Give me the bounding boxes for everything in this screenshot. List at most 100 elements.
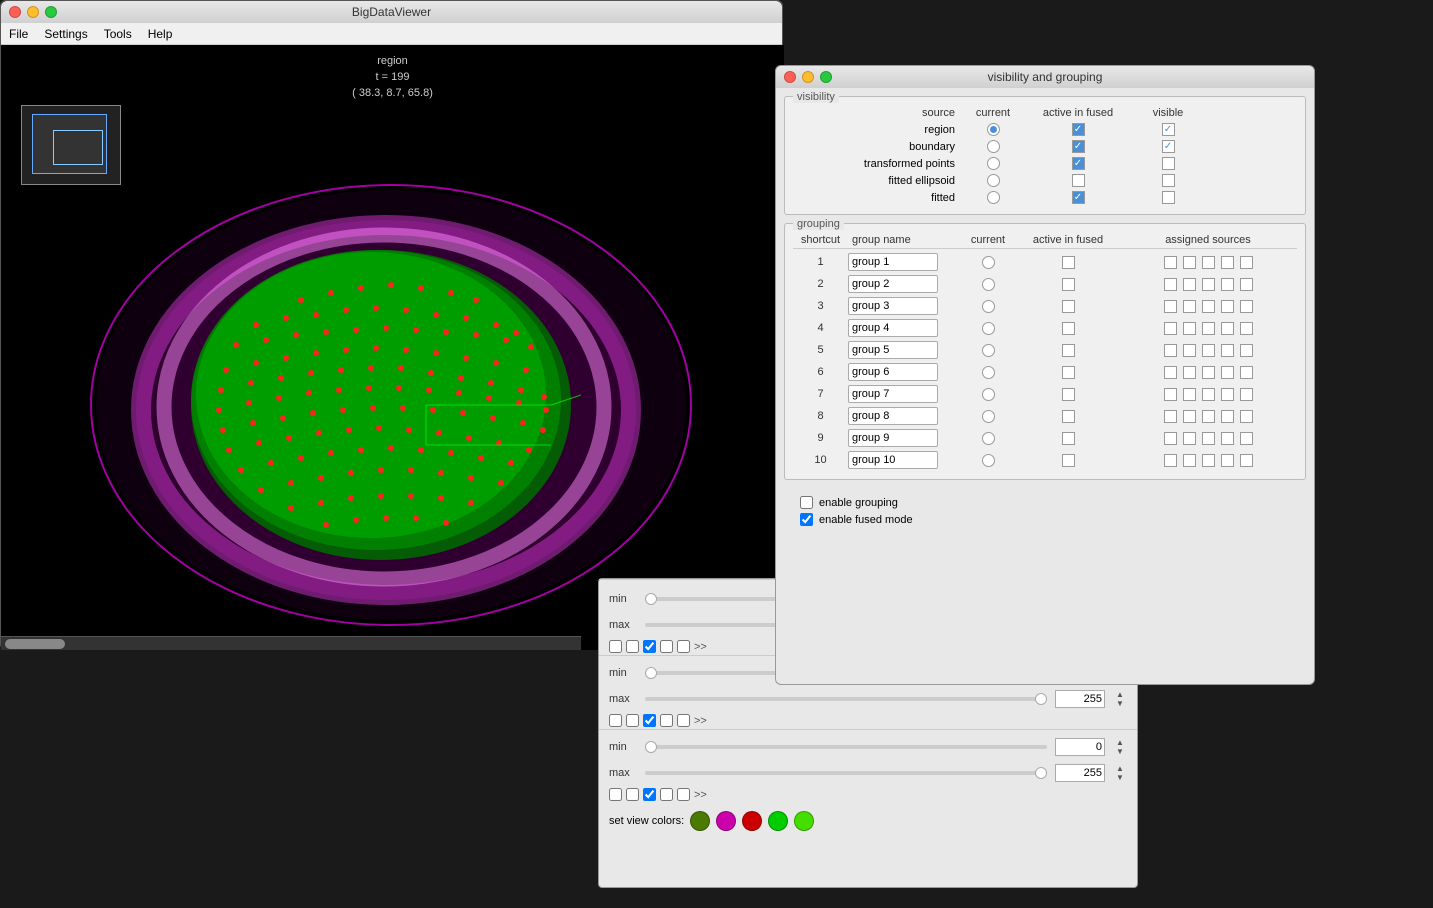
- group-src-cb-2-3[interactable]: [1221, 278, 1234, 291]
- group-current-radio-1[interactable]: [982, 256, 995, 269]
- group-src-cb-8-0[interactable]: [1164, 410, 1177, 423]
- ch1-cb2[interactable]: [626, 640, 639, 653]
- group-src-cb-4-3[interactable]: [1221, 322, 1234, 335]
- color-bright-green[interactable]: [794, 811, 814, 831]
- group-active-check-7[interactable]: [1062, 388, 1075, 401]
- group-src-cb-5-4[interactable]: [1240, 344, 1253, 357]
- close-button[interactable]: [9, 6, 21, 18]
- group-src-cb-8-1[interactable]: [1183, 410, 1196, 423]
- menu-tools[interactable]: Tools: [104, 27, 132, 41]
- group-src-cb-3-2[interactable]: [1202, 300, 1215, 313]
- vg-maximize-button[interactable]: [820, 71, 832, 83]
- group-active-check-1[interactable]: [1062, 256, 1075, 269]
- group-current-radio-8[interactable]: [982, 410, 995, 423]
- ch3-cb1[interactable]: [609, 788, 622, 801]
- group-src-cb-7-4[interactable]: [1240, 388, 1253, 401]
- ch3-cb3[interactable]: [643, 788, 656, 801]
- color-magenta[interactable]: [716, 811, 736, 831]
- group-src-cb-2-4[interactable]: [1240, 278, 1253, 291]
- group-src-cb-9-1[interactable]: [1183, 432, 1196, 445]
- vg-close-button[interactable]: [784, 71, 796, 83]
- ch1-min-thumb[interactable]: [645, 593, 657, 605]
- group-src-cb-7-1[interactable]: [1183, 388, 1196, 401]
- group-name-input-5[interactable]: [848, 341, 938, 359]
- group-src-cb-2-2[interactable]: [1202, 278, 1215, 291]
- group-src-cb-3-4[interactable]: [1240, 300, 1253, 313]
- group-name-input-9[interactable]: [848, 429, 938, 447]
- group-active-check-6[interactable]: [1062, 366, 1075, 379]
- group-src-cb-6-0[interactable]: [1164, 366, 1177, 379]
- group-src-cb-1-4[interactable]: [1240, 256, 1253, 269]
- transformed-active-check[interactable]: [1072, 157, 1085, 170]
- group-active-check-4[interactable]: [1062, 322, 1075, 335]
- group-active-check-9[interactable]: [1062, 432, 1075, 445]
- group-name-input-8[interactable]: [848, 407, 938, 425]
- group-name-input-6[interactable]: [848, 363, 938, 381]
- group-name-input-4[interactable]: [848, 319, 938, 337]
- ch3-max-track[interactable]: [645, 771, 1047, 775]
- group-name-input-7[interactable]: [848, 385, 938, 403]
- fitted-current-radio[interactable]: [987, 191, 1000, 204]
- group-current-radio-7[interactable]: [982, 388, 995, 401]
- group-current-radio-2[interactable]: [982, 278, 995, 291]
- group-src-cb-3-3[interactable]: [1221, 300, 1234, 313]
- vg-minimize-button[interactable]: [802, 71, 814, 83]
- ch3-max-input[interactable]: [1055, 764, 1105, 782]
- enable-grouping-checkbox[interactable]: [800, 496, 813, 509]
- ch1-cb4[interactable]: [660, 640, 673, 653]
- ch2-more[interactable]: >>: [694, 715, 707, 727]
- group-current-radio-3[interactable]: [982, 300, 995, 313]
- ch2-cb5[interactable]: [677, 714, 690, 727]
- group-src-cb-7-3[interactable]: [1221, 388, 1234, 401]
- ch2-max-track[interactable]: [645, 697, 1047, 701]
- group-src-cb-7-0[interactable]: [1164, 388, 1177, 401]
- ch2-cb2[interactable]: [626, 714, 639, 727]
- ch2-min-thumb[interactable]: [645, 667, 657, 679]
- ch3-cb4[interactable]: [660, 788, 673, 801]
- group-active-check-8[interactable]: [1062, 410, 1075, 423]
- group-active-check-10[interactable]: [1062, 454, 1075, 467]
- group-src-cb-4-0[interactable]: [1164, 322, 1177, 335]
- minimize-button[interactable]: [27, 6, 39, 18]
- menu-file[interactable]: File: [9, 27, 28, 41]
- ch3-min-spinner[interactable]: ▲▼: [1113, 738, 1127, 756]
- group-src-cb-8-2[interactable]: [1202, 410, 1215, 423]
- group-src-cb-2-0[interactable]: [1164, 278, 1177, 291]
- group-current-radio-9[interactable]: [982, 432, 995, 445]
- group-active-check-3[interactable]: [1062, 300, 1075, 313]
- group-name-input-10[interactable]: [848, 451, 938, 469]
- ch3-min-input[interactable]: [1055, 738, 1105, 756]
- group-src-cb-6-3[interactable]: [1221, 366, 1234, 379]
- group-name-input-2[interactable]: [848, 275, 938, 293]
- ellipsoid-current-radio[interactable]: [987, 174, 1000, 187]
- group-src-cb-1-1[interactable]: [1183, 256, 1196, 269]
- group-src-cb-4-1[interactable]: [1183, 322, 1196, 335]
- ch1-more[interactable]: >>: [694, 641, 707, 653]
- group-src-cb-4-2[interactable]: [1202, 322, 1215, 335]
- group-current-radio-6[interactable]: [982, 366, 995, 379]
- group-src-cb-10-4[interactable]: [1240, 454, 1253, 467]
- group-src-cb-9-0[interactable]: [1164, 432, 1177, 445]
- group-src-cb-6-4[interactable]: [1240, 366, 1253, 379]
- group-src-cb-7-2[interactable]: [1202, 388, 1215, 401]
- group-src-cb-9-2[interactable]: [1202, 432, 1215, 445]
- ch1-cb3[interactable]: [643, 640, 656, 653]
- group-src-cb-9-4[interactable]: [1240, 432, 1253, 445]
- group-active-check-5[interactable]: [1062, 344, 1075, 357]
- group-src-cb-8-4[interactable]: [1240, 410, 1253, 423]
- fitted-active-check[interactable]: [1072, 191, 1085, 204]
- ch3-min-track[interactable]: [645, 745, 1047, 749]
- group-src-cb-5-1[interactable]: [1183, 344, 1196, 357]
- region-active-check[interactable]: [1072, 123, 1085, 136]
- region-visible-check[interactable]: [1162, 123, 1175, 136]
- group-src-cb-10-1[interactable]: [1183, 454, 1196, 467]
- ch1-cb1[interactable]: [609, 640, 622, 653]
- transformed-visible-check[interactable]: [1162, 157, 1175, 170]
- group-src-cb-4-4[interactable]: [1240, 322, 1253, 335]
- ch3-cb2[interactable]: [626, 788, 639, 801]
- region-current-radio[interactable]: [987, 123, 1000, 136]
- ch2-cb4[interactable]: [660, 714, 673, 727]
- ch1-cb5[interactable]: [677, 640, 690, 653]
- boundary-current-radio[interactable]: [987, 140, 1000, 153]
- group-current-radio-5[interactable]: [982, 344, 995, 357]
